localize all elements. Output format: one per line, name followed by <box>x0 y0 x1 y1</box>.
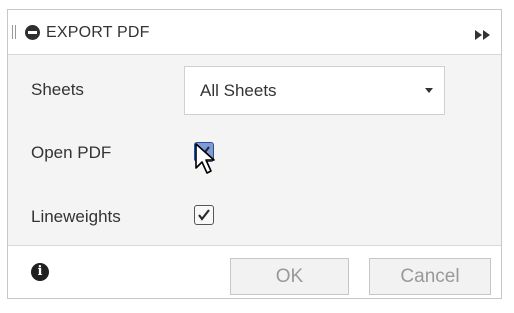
mouse-pointer-icon <box>195 143 215 174</box>
expand-icon[interactable] <box>475 27 491 40</box>
dialog-title: EXPORT PDF <box>46 24 150 41</box>
chevron-down-icon <box>425 88 433 93</box>
collapse-icon[interactable] <box>25 25 40 40</box>
checkmark-icon <box>198 209 210 221</box>
sheets-dropdown[interactable]: All Sheets <box>184 66 445 115</box>
info-icon[interactable]: i <box>31 263 49 281</box>
export-pdf-dialog: EXPORT PDF Sheets All Sheets Open PDF Li… <box>7 9 502 299</box>
ok-button[interactable]: OK <box>230 258 349 295</box>
sheets-dropdown-value: All Sheets <box>200 81 277 100</box>
sheets-label: Sheets <box>31 80 84 99</box>
lineweights-checkbox[interactable] <box>194 205 214 225</box>
open-pdf-label: Open PDF <box>31 143 112 162</box>
lineweights-label: Lineweights <box>31 207 121 226</box>
drag-handle-icon[interactable] <box>12 25 18 39</box>
dialog-footer: i OK Cancel <box>8 245 501 298</box>
dialog-header: EXPORT PDF <box>8 10 501 55</box>
cancel-button[interactable]: Cancel <box>369 258 491 295</box>
dialog-body: Sheets All Sheets Open PDF Lineweights <box>8 55 501 245</box>
